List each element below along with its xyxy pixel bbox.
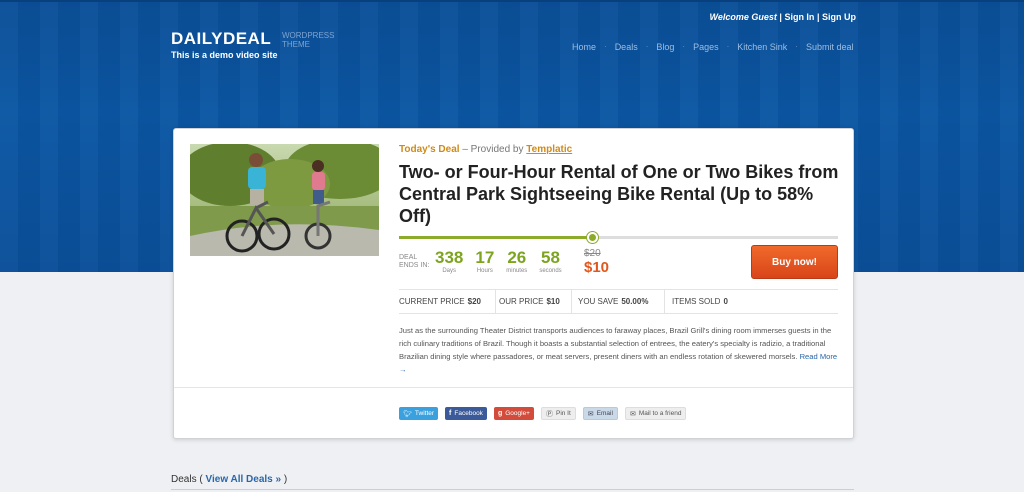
pin-it-button[interactable]: Ⓟ Pin It	[540, 407, 576, 420]
nav-separator: ·	[604, 42, 607, 51]
nav-separator: ·	[682, 42, 686, 51]
view-all-deals-link[interactable]: View All Deals »	[205, 474, 281, 485]
nav-blog[interactable]: Blog	[656, 42, 674, 52]
share-label: Email	[596, 410, 613, 417]
stat-you-save: YOU SAVE 50.00%	[572, 290, 665, 313]
welcome-text: Welcome Guest	[709, 12, 777, 22]
progress-knob	[587, 232, 599, 243]
nav-kitchen-sink[interactable]: Kitchen Sink	[737, 42, 787, 52]
countdown-label: Days	[442, 268, 457, 274]
google-plus-icon: g	[497, 410, 503, 417]
sign-up-link[interactable]: Sign Up	[822, 12, 856, 22]
stat-label: OUR PRICE	[499, 297, 544, 306]
facebook-icon: f	[449, 410, 452, 417]
logo-text: DAILYDEAL	[171, 29, 272, 48]
stat-items-sold: ITEMS SOLD 0	[665, 290, 728, 313]
nav-home[interactable]: Home	[572, 42, 596, 52]
share-google-button[interactable]: g Google+	[493, 407, 534, 420]
share-twitter-button[interactable]: 🐦︎ Twitter	[399, 407, 439, 420]
countdown-timer: DEAL ENDS IN: 338 Days 17 Hours 26 minut…	[399, 248, 574, 274]
description-text: Just as the surrounding Theater District…	[399, 326, 832, 361]
provider-link[interactable]: Templatic	[526, 144, 572, 155]
share-facebook-button[interactable]: f Facebook	[445, 407, 487, 420]
separator: |	[816, 12, 820, 22]
countdown-seconds: 58 seconds	[539, 248, 561, 274]
todays-deal-label: Today's Deal	[399, 144, 460, 155]
main-nav: Home · Deals · Blog · Pages · Kitchen Si…	[572, 42, 854, 52]
divider	[174, 387, 853, 388]
stat-value: 0	[723, 297, 728, 306]
share-label: Pin It	[555, 410, 571, 417]
stat-label: CURRENT PRICE	[399, 297, 465, 306]
stat-current-price: CURRENT PRICE $20	[399, 290, 496, 313]
deal-provider-line: Today's Deal – Provided by Templatic	[399, 144, 572, 155]
deal-image[interactable]	[190, 144, 379, 256]
countdown-days: 338 Days	[435, 248, 463, 274]
stat-value: $10	[546, 297, 560, 306]
envelope-icon: ✉	[629, 410, 636, 418]
nav-separator: ·	[726, 42, 730, 51]
stat-value: $20	[467, 297, 481, 306]
deals-title: Deals	[171, 474, 197, 485]
share-label: Facebook	[454, 410, 483, 417]
buy-now-button[interactable]: Buy now!	[751, 245, 838, 279]
price-box: $20 $10	[584, 248, 609, 276]
deal-price: $10	[584, 259, 610, 276]
stat-value: 50.00%	[621, 297, 649, 306]
nav-separator: ·	[795, 42, 798, 51]
deal-description: Just as the surrounding Theater District…	[399, 324, 839, 376]
countdown-value: 58	[541, 248, 560, 267]
countdown-label: seconds	[539, 268, 562, 274]
countdown-minutes: 26 minutes	[506, 248, 527, 274]
separator: |	[779, 12, 782, 22]
sign-in-link[interactable]: Sign In	[784, 12, 814, 22]
pinterest-icon: Ⓟ	[545, 410, 553, 418]
nav-separator: ·	[645, 42, 649, 51]
share-bar: 🐦︎ Twitter f Facebook g Google+ Ⓟ Pin It…	[399, 407, 693, 420]
deal-title[interactable]: Two- or Four-Hour Rental of One or Two B…	[399, 161, 849, 227]
deals-section-heading: Deals ( View All Deals » )	[171, 474, 287, 485]
countdown-label: minutes	[506, 268, 528, 274]
paren-close: )	[283, 474, 288, 485]
paren-open: (	[199, 474, 203, 485]
nav-deals[interactable]: Deals	[615, 42, 638, 52]
original-price: $20	[584, 248, 601, 259]
divider	[171, 489, 854, 490]
countdown-value: 338	[435, 248, 464, 267]
nav-pages[interactable]: Pages	[693, 42, 719, 52]
email-button[interactable]: ✉ Email	[582, 407, 618, 420]
user-links: Welcome Guest | Sign In | Sign Up	[710, 12, 856, 22]
progress-fill	[399, 236, 593, 239]
nav-submit-deal[interactable]: Submit deal	[806, 42, 854, 52]
deal-progress-bar	[399, 232, 838, 243]
provided-by-text: – Provided by	[462, 144, 524, 155]
deal-card: Today's Deal – Provided by Templatic Two…	[173, 128, 854, 439]
stat-label: YOU SAVE	[578, 297, 619, 306]
deal-stats: CURRENT PRICE $20 OUR PRICE $10 YOU SAVE…	[399, 289, 838, 314]
share-label: Mail to a friend	[638, 410, 682, 417]
countdown-hours: 17 Hours	[475, 248, 494, 274]
envelope-icon: ✉	[587, 410, 594, 418]
share-label: Google+	[505, 410, 530, 417]
countdown-value: 17	[475, 248, 495, 267]
site-logo[interactable]: DAILYDEAL WORDPRESS THEME This is a demo…	[171, 29, 334, 60]
deal-ends-label: DEAL ENDS IN:	[399, 254, 430, 269]
countdown-value: 26	[507, 248, 527, 267]
mail-friend-button[interactable]: ✉ Mail to a friend	[624, 407, 687, 420]
twitter-icon: 🐦︎	[403, 410, 412, 418]
stat-label: ITEMS SOLD	[672, 297, 721, 306]
countdown-label: Hours	[476, 268, 493, 274]
logo-subtitle: WORDPRESS THEME	[282, 31, 335, 49]
site-tagline: This is a demo video site	[171, 50, 278, 60]
stat-our-price: OUR PRICE $10	[496, 290, 572, 313]
share-label: Twitter	[414, 410, 435, 417]
bike-photo-illustration	[190, 144, 379, 256]
